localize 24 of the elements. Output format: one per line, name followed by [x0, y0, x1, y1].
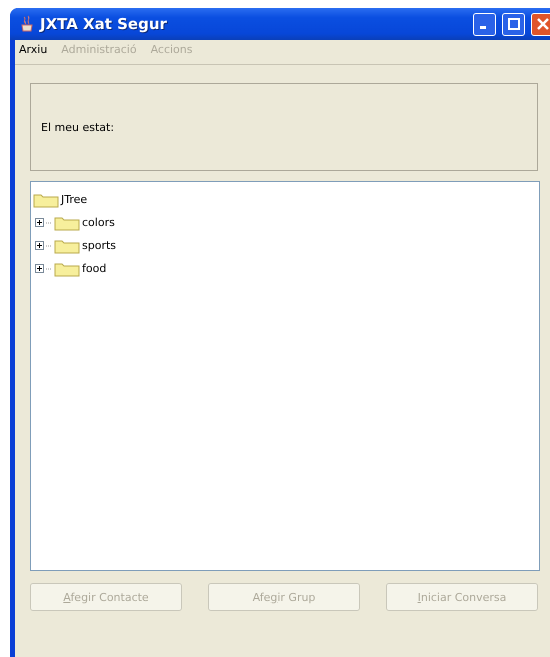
menu-item[interactable]: Arxiu: [19, 43, 48, 61]
expand-icon[interactable]: [35, 241, 44, 250]
tree-line: [46, 244, 52, 246]
close-button[interactable]: [531, 12, 550, 36]
tree-node[interactable]: food: [82, 262, 106, 275]
window-title: JXTA Xat Segur: [40, 15, 168, 33]
folder-icon: [33, 192, 59, 208]
tree-line: [46, 268, 52, 270]
cup-icon: [20, 15, 34, 33]
folder-icon: [54, 214, 80, 230]
tree-node[interactable]: colors: [82, 216, 115, 229]
minimize-button[interactable]: [473, 12, 496, 36]
tree-node[interactable]: sports: [82, 239, 116, 252]
status-label: El meu estat:: [41, 120, 114, 134]
minimize-icon: [480, 26, 486, 28]
maximize-button[interactable]: [502, 12, 525, 36]
folder-icon: [54, 238, 80, 254]
expand-icon[interactable]: [35, 218, 44, 227]
folder-icon: [54, 260, 80, 276]
close-icon: [536, 18, 548, 30]
tree-node[interactable]: JTree: [61, 193, 88, 206]
maximize-icon: [508, 18, 520, 30]
expand-icon[interactable]: [35, 264, 44, 273]
tree-line: [46, 222, 52, 224]
